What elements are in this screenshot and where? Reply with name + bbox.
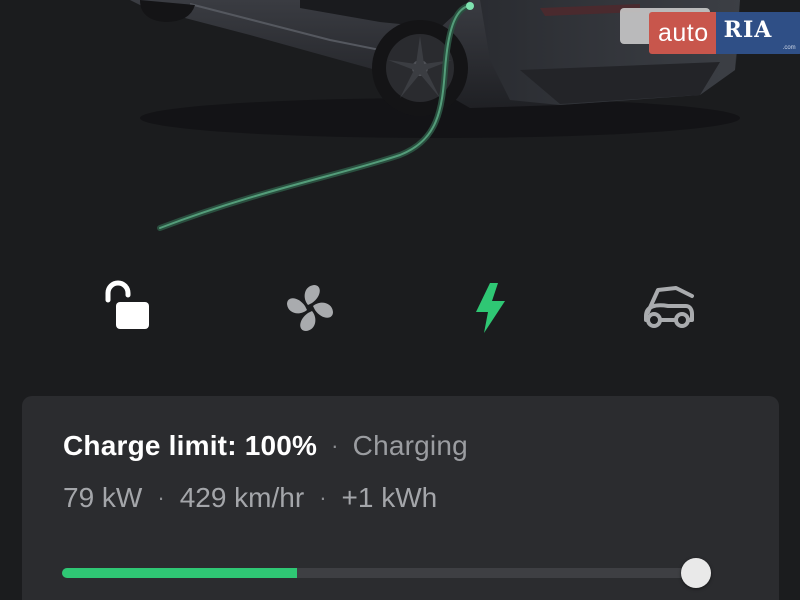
unlock-button[interactable] bbox=[94, 276, 158, 340]
battery-level-fill bbox=[62, 568, 297, 578]
charging-status: Charging bbox=[352, 430, 468, 461]
separator-dot: · bbox=[157, 485, 165, 510]
separator-dot: · bbox=[331, 433, 339, 458]
charge-limit-label: Charge limit: 100% bbox=[63, 430, 318, 461]
charge-card: Charge limit: 100% · Charging 79 kW · 429 km… bbox=[22, 396, 779, 600]
charging-button[interactable] bbox=[458, 276, 522, 340]
charge-rate: 429 km/hr bbox=[179, 482, 305, 513]
charge-limit-thumb[interactable] bbox=[681, 558, 711, 588]
autoria-watermark: auto RIA .com bbox=[649, 12, 800, 54]
lightning-bolt-icon bbox=[476, 283, 505, 333]
frunk-button[interactable] bbox=[636, 276, 700, 340]
watermark-auto-text: auto bbox=[649, 12, 716, 54]
charging-screen: auto RIA .com Charge limit: 100% · Charg… bbox=[0, 0, 800, 600]
unlock-icon bbox=[105, 280, 149, 329]
energy-added: +1 kWh bbox=[341, 482, 438, 513]
watermark-ria-text: RIA bbox=[723, 17, 773, 43]
separator-dot: · bbox=[319, 485, 327, 510]
frunk-icon bbox=[644, 286, 694, 328]
charge-header: Charge limit: 100% · Charging bbox=[63, 430, 468, 462]
charge-stats: 79 kW · 429 km/hr · +1 kWh bbox=[63, 482, 437, 514]
charge-limit-slider[interactable] bbox=[62, 558, 711, 588]
quick-controls bbox=[0, 276, 800, 340]
fan-icon bbox=[287, 285, 333, 331]
climate-button[interactable] bbox=[278, 276, 342, 340]
watermark-ria-logo: RIA .com bbox=[715, 12, 800, 54]
watermark-domain-text: .com bbox=[782, 45, 796, 51]
charge-power: 79 kW bbox=[63, 482, 143, 513]
